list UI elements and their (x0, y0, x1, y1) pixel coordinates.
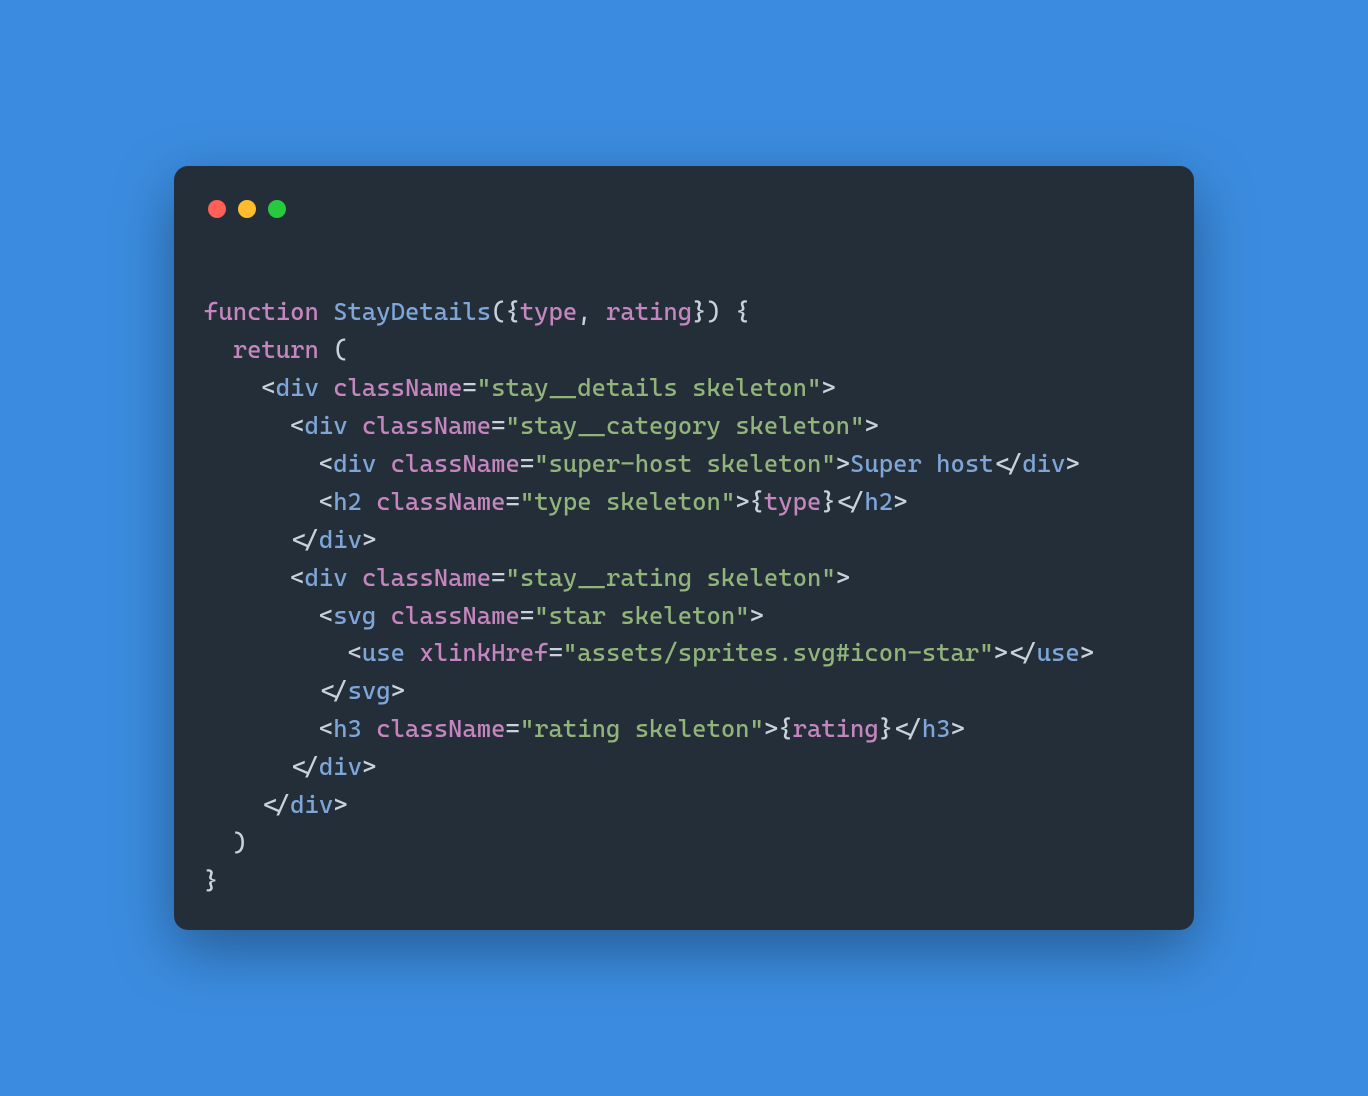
function-name: StayDetails (333, 297, 491, 326)
param-type: type (520, 297, 577, 326)
code-window: function StayDetails({type, rating}) { r… (174, 166, 1194, 931)
tag-svg: svg (333, 601, 376, 630)
string-stay-rating: "stay__rating skeleton" (506, 563, 836, 592)
minimize-icon[interactable] (238, 200, 256, 218)
expr-rating: rating (793, 714, 879, 743)
tag-h3: h3 (333, 714, 362, 743)
tag-div: div (1022, 449, 1065, 478)
tag-div: div (333, 449, 376, 478)
attr-classname: className (391, 601, 520, 630)
code-block: function StayDetails({type, rating}) { r… (204, 293, 1164, 901)
keyword-return: return (233, 335, 319, 364)
string-super-host: "super-host skeleton" (534, 449, 835, 478)
tag-div: div (305, 563, 348, 592)
tag-div: div (276, 373, 319, 402)
maximize-icon[interactable] (268, 200, 286, 218)
tag-div: div (305, 411, 348, 440)
tag-div: div (290, 790, 333, 819)
tag-use: use (362, 638, 405, 667)
tag-div: div (319, 752, 362, 781)
attr-classname: className (391, 449, 520, 478)
string-stay-details: "stay__details skeleton" (477, 373, 822, 402)
window-controls (204, 196, 1164, 218)
tag-div: div (319, 525, 362, 554)
tag-h3: h3 (922, 714, 951, 743)
text-super-host: Super host (850, 449, 994, 478)
tag-svg: svg (348, 676, 391, 705)
attr-classname: className (362, 411, 491, 440)
attr-classname: className (376, 714, 505, 743)
tag-use: use (1037, 638, 1080, 667)
close-icon[interactable] (208, 200, 226, 218)
tag-h2: h2 (864, 487, 893, 516)
keyword-function: function (204, 297, 319, 326)
attr-classname: className (376, 487, 505, 516)
expr-type: type (764, 487, 821, 516)
string-sprite-href: "assets/sprites.svg#icon-star" (563, 638, 994, 667)
attr-xlinkhref: xlinkHref (419, 638, 548, 667)
tag-h2: h2 (333, 487, 362, 516)
attr-classname: className (333, 373, 462, 402)
param-rating: rating (606, 297, 692, 326)
string-type-skeleton: "type skeleton" (520, 487, 735, 516)
attr-classname: className (362, 563, 491, 592)
string-star-skeleton: "star skeleton" (534, 601, 749, 630)
string-stay-category: "stay__category skeleton" (506, 411, 865, 440)
string-rating-skeleton: "rating skeleton" (520, 714, 764, 743)
